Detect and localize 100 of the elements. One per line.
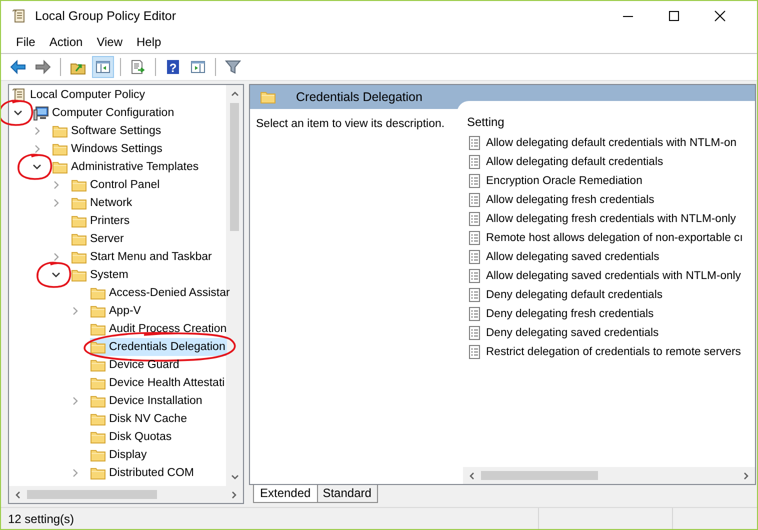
right-chevron-icon — [741, 470, 751, 480]
scroll-thumb[interactable] — [27, 490, 157, 499]
expand-chevron-icon[interactable] — [70, 396, 80, 406]
column-header[interactable]: Setting — [463, 101, 755, 133]
right-chevron-icon — [229, 490, 239, 500]
view-tab[interactable]: Extended — [253, 485, 318, 503]
setting-icon — [467, 154, 483, 170]
setting-row[interactable]: Deny delegating fresh credentials — [463, 304, 755, 323]
collapse-chevron-icon[interactable] — [13, 108, 23, 118]
folder-icon — [90, 285, 106, 301]
panes-icon — [95, 59, 111, 75]
setting-row[interactable]: Deny delegating saved credentials — [463, 323, 755, 342]
tree-item[interactable]: Software Settings — [52, 122, 226, 140]
tree-item[interactable]: Windows Settings — [52, 140, 226, 158]
folder-icon — [90, 321, 106, 337]
setting-row[interactable]: Allow delegating fresh credentials with NTLM-only — [463, 209, 755, 228]
folder-icon — [90, 447, 106, 463]
tree-item[interactable]: Computer Configuration — [33, 104, 226, 122]
folder-icon — [52, 159, 68, 175]
menu-item[interactable]: File — [9, 33, 42, 51]
folder-icon — [90, 339, 106, 355]
setting-icon — [467, 192, 483, 208]
expand-chevron-icon[interactable] — [51, 180, 61, 190]
tree-item[interactable]: Device Health Attestati — [90, 374, 227, 392]
tree-item[interactable]: System — [71, 266, 226, 284]
setting-icon — [467, 134, 483, 150]
setting-row[interactable]: Allow delegating default credentials — [463, 152, 755, 171]
tree-item[interactable]: Server — [71, 230, 226, 248]
tree-item[interactable]: Network — [71, 194, 226, 212]
folder-icon — [71, 231, 87, 247]
folder-icon — [90, 375, 106, 391]
collapse-chevron-icon[interactable] — [32, 162, 42, 172]
scroll-thumb[interactable] — [481, 471, 598, 480]
horizontal-scrollbar[interactable] — [9, 486, 243, 503]
tree-item[interactable]: Local Computer Policy — [11, 86, 226, 104]
setting-row[interactable]: Allow delegating saved credentials with NTLM-only — [463, 266, 755, 285]
filter-icon — [225, 59, 241, 75]
expand-chevron-icon[interactable] — [32, 144, 42, 154]
setting-row[interactable]: Allow delegating default credentials with NTLM-on — [463, 133, 755, 152]
left-chevron-icon — [467, 470, 477, 480]
left-chevron-icon — [13, 490, 23, 500]
policy-scroll-icon — [11, 87, 27, 103]
setting-icon — [467, 344, 483, 360]
tree-item[interactable]: Device Installation — [90, 392, 226, 410]
tree-item[interactable]: Display — [90, 446, 226, 464]
expand-chevron-icon[interactable] — [51, 198, 61, 208]
computer-icon — [33, 105, 49, 121]
setting-row[interactable]: Remote host allows delegation of non-exportable cı — [463, 228, 755, 247]
setting-row[interactable]: Allow delegating fresh credentials — [463, 190, 755, 209]
status-text: 12 setting(s) — [7, 512, 76, 526]
tree-item[interactable]: Control Panel — [71, 176, 226, 194]
tree-item[interactable]: Disk Quotas — [90, 428, 226, 446]
scroll-thumb[interactable] — [230, 103, 239, 231]
horizontal-scrollbar[interactable] — [463, 467, 755, 484]
description-text: Select an item to view its description. — [256, 118, 445, 130]
details-title: Credentials Delegation — [296, 90, 422, 104]
tree-item[interactable]: Printers — [71, 212, 226, 230]
down-chevron-icon — [230, 472, 240, 482]
setting-icon — [467, 230, 483, 246]
folder-icon — [90, 465, 106, 481]
setting-icon — [467, 248, 483, 264]
setting-icon — [467, 286, 483, 302]
folder-icon — [71, 195, 87, 211]
folder-icon — [90, 429, 106, 445]
toolbar-button[interactable] — [92, 56, 114, 78]
window-title: Local Group Policy Editor — [35, 9, 176, 23]
setting-icon — [467, 210, 483, 226]
menu-item[interactable]: Action — [42, 33, 90, 51]
setting-row[interactable]: Encryption Oracle Remediation — [463, 171, 755, 190]
tree-item[interactable]: Start Menu and Taskbar — [71, 248, 226, 266]
folder-icon — [71, 267, 87, 283]
collapse-chevron-icon[interactable] — [51, 270, 61, 280]
folder-icon — [90, 357, 106, 373]
menu-item[interactable]: View — [90, 33, 130, 51]
setting-row[interactable]: Deny delegating default credentials — [463, 285, 755, 304]
expand-chevron-icon[interactable] — [32, 126, 42, 136]
folder-icon — [52, 141, 68, 157]
setting-icon — [467, 172, 483, 188]
tree-item[interactable]: Device Guard — [90, 356, 226, 374]
folder-icon — [52, 123, 68, 139]
menu-item[interactable]: Help — [130, 33, 168, 51]
expand-chevron-icon[interactable] — [51, 252, 61, 262]
tree-item[interactable]: Administrative Templates — [52, 158, 226, 176]
view-tab[interactable]: Standard — [316, 485, 378, 503]
panes-icon — [190, 59, 206, 75]
tree-item[interactable]: App-V — [90, 302, 226, 320]
folder-icon — [71, 213, 87, 229]
tree-item[interactable]: Distributed COM — [90, 464, 226, 482]
expand-chevron-icon[interactable] — [70, 468, 80, 478]
tree-item[interactable]: Disk NV Cache — [90, 410, 226, 428]
right-arrow-icon — [35, 59, 51, 75]
folder-icon — [90, 411, 106, 427]
expand-chevron-icon[interactable] — [70, 306, 80, 316]
tree-item[interactable]: Credentials Delegation — [90, 338, 228, 356]
tree-item[interactable]: Access-Denied Assistar — [90, 284, 232, 302]
setting-icon — [467, 268, 483, 284]
folder-icon — [90, 393, 106, 409]
setting-row[interactable]: Allow delegating saved credentials — [463, 247, 755, 266]
left-arrow-icon — [10, 59, 26, 75]
setting-row[interactable]: Restrict delegation of credentials to remote servers — [463, 342, 755, 361]
